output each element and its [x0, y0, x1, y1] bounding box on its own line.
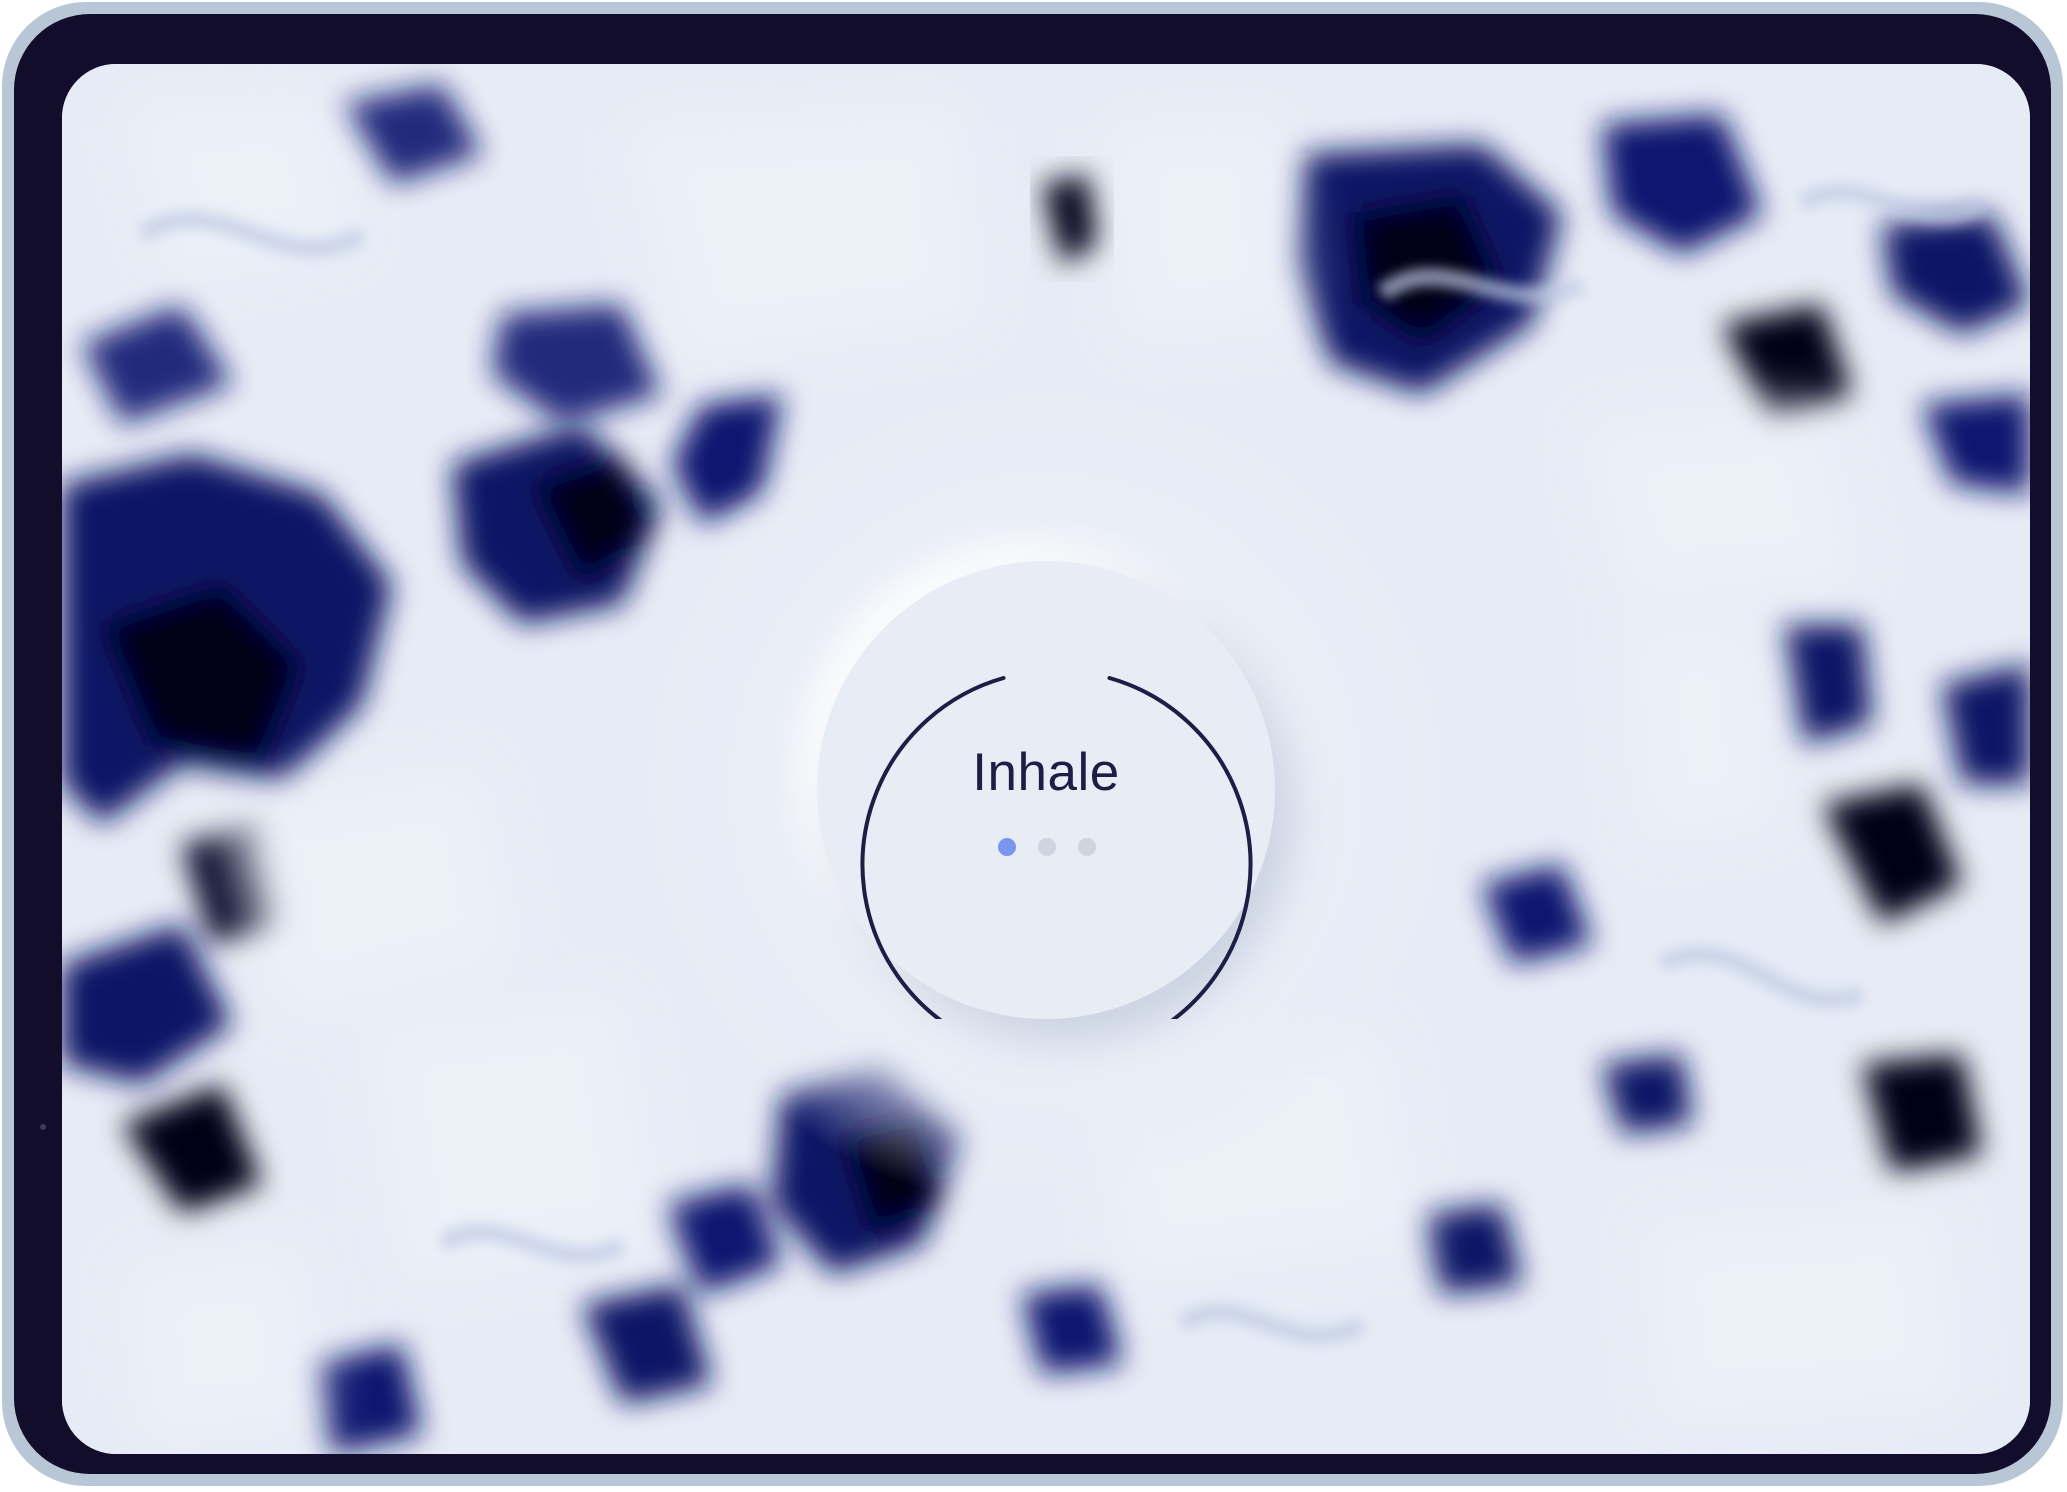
phase-progress-dots — [996, 836, 1096, 858]
progress-dot-3 — [1078, 838, 1096, 856]
progress-dot-2 — [1038, 838, 1056, 856]
progress-dot-1 — [998, 838, 1016, 856]
device-bezel: Inhale — [14, 14, 2051, 1474]
device-frame: Inhale — [2, 2, 2063, 1486]
side-button — [40, 1124, 46, 1130]
breathing-screen: Inhale — [62, 64, 2030, 1454]
breathing-phase-label: Inhale — [972, 743, 1120, 802]
